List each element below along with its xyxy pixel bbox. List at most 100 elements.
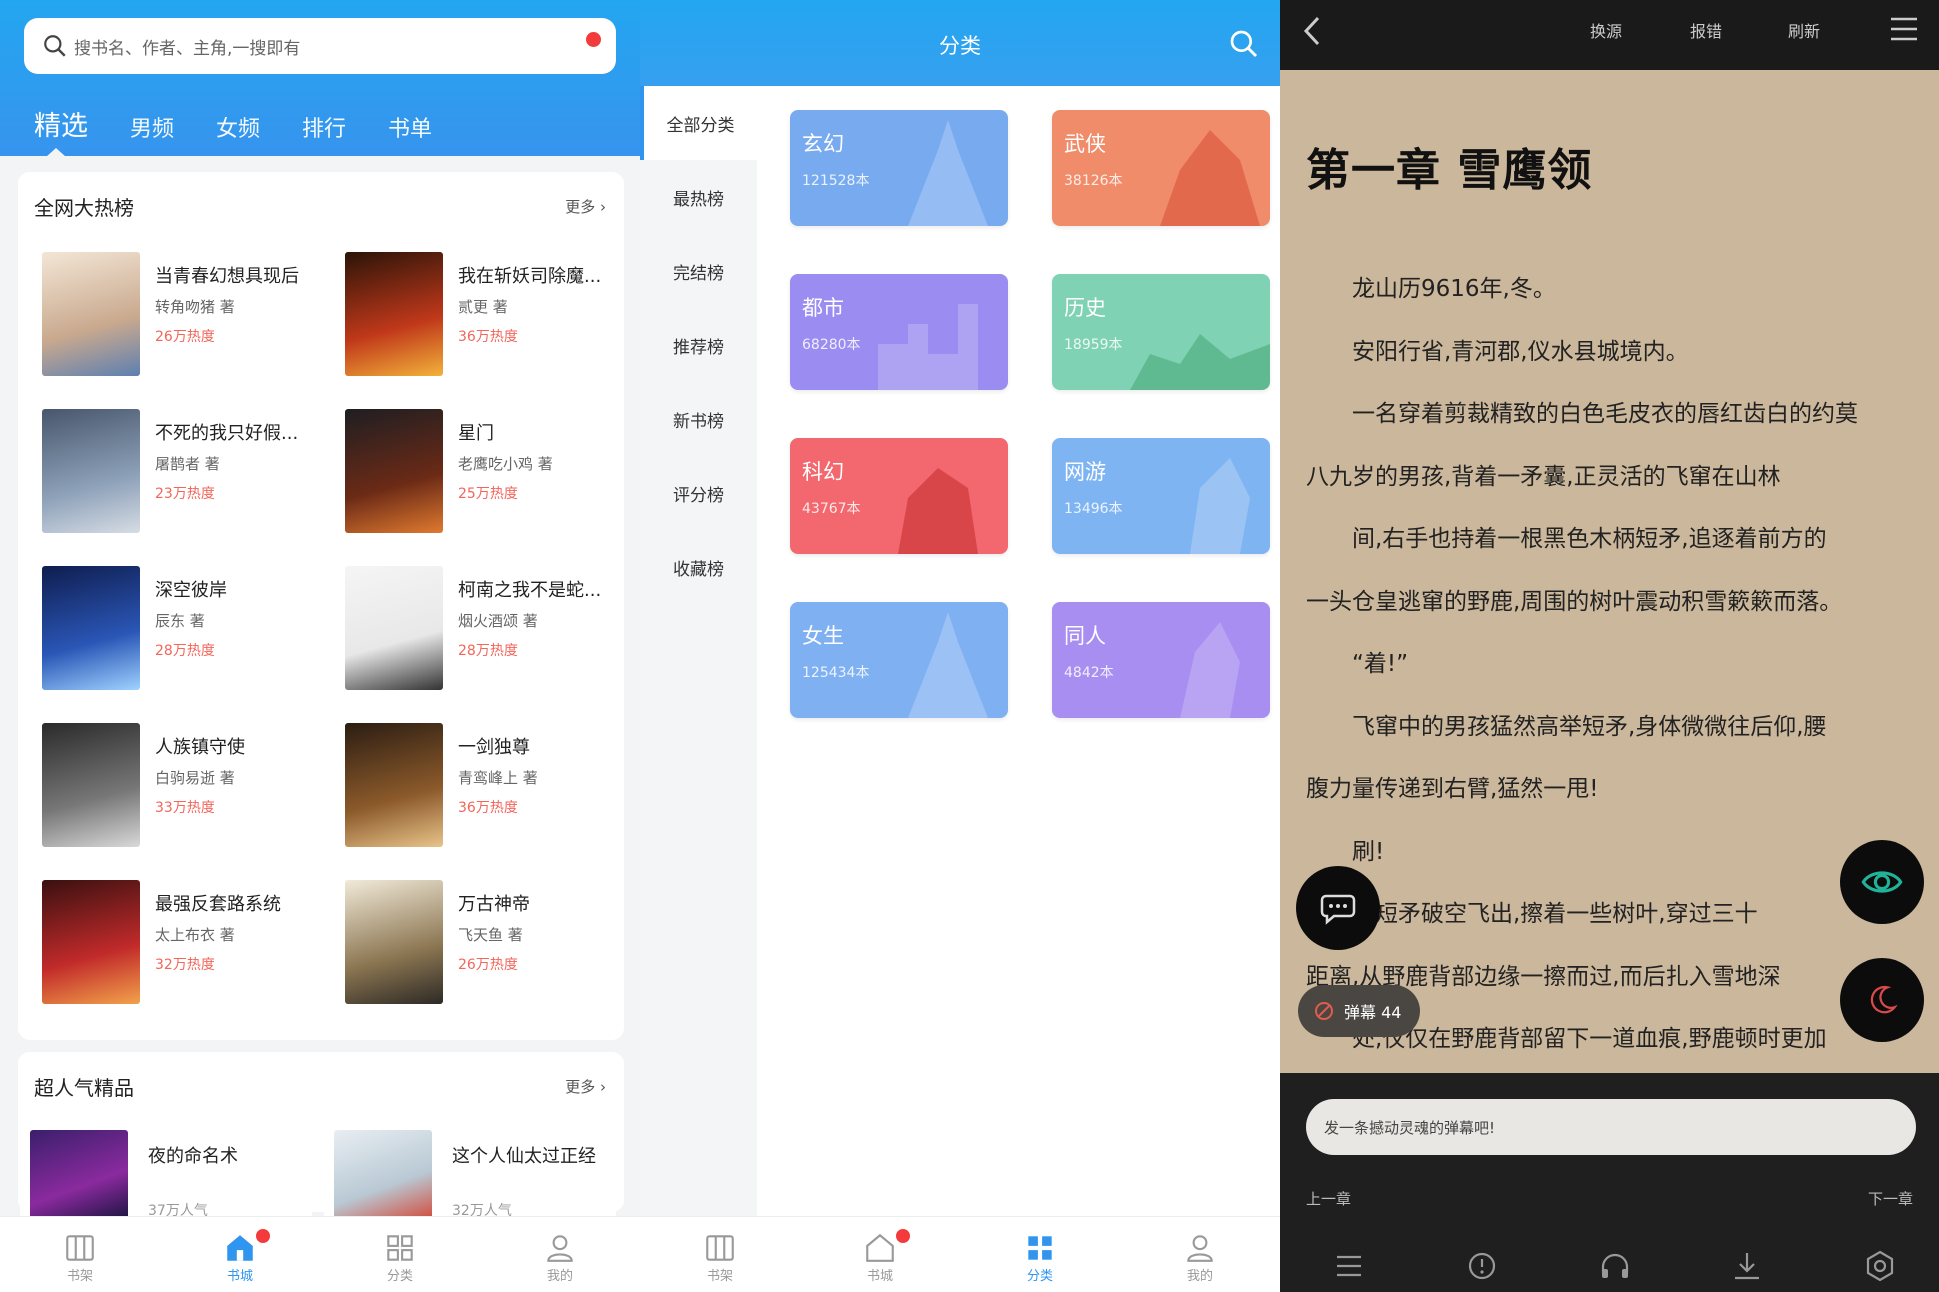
nav-bookshelf[interactable]: 书架 xyxy=(50,1225,110,1285)
next-chapter-button[interactable]: 下一章 xyxy=(1868,1188,1913,1209)
category-card[interactable]: 科幻 43767本 xyxy=(790,438,1008,554)
book-author: 辰东 著 xyxy=(155,612,205,630)
book-cover xyxy=(42,252,140,376)
category-name: 女生 xyxy=(802,624,844,648)
nav-profile[interactable]: 我的 xyxy=(530,1225,590,1285)
sidebar-item-rating[interactable]: 评分榜 xyxy=(640,456,757,530)
sidebar-item-new[interactable]: 新书榜 xyxy=(640,382,757,456)
book-author: 屠鹊者 著 xyxy=(155,455,220,473)
nav-bookstore[interactable]: 书城 xyxy=(850,1225,910,1285)
search-bar[interactable]: 搜书名、作者、主角,一搜即有 xyxy=(24,18,616,74)
nav-category[interactable]: 分类 xyxy=(1010,1225,1070,1285)
book-cover xyxy=(30,1130,128,1216)
sidebar-item-all[interactable]: 全部分类 xyxy=(640,86,757,160)
book-title: 这个人仙太过正经 xyxy=(452,1146,596,1167)
search-icon[interactable] xyxy=(1228,28,1260,60)
category-card[interactable]: 武侠 38126本 xyxy=(1052,110,1270,226)
bottom-nav: 书架 书城 分类 我的 xyxy=(0,1216,640,1292)
book-item[interactable]: 当青春幻想具现后 转角吻猪 著 26万热度 xyxy=(18,252,308,380)
book-item[interactable]: 深空彼岸 辰东 著 28万热度 xyxy=(18,566,308,694)
book-item[interactable]: 不死的我只好假... 屠鹊者 著 23万热度 xyxy=(18,409,308,537)
nav-label: 分类 xyxy=(386,1268,413,1284)
progress-icon[interactable] xyxy=(1465,1249,1499,1283)
tab-ranking[interactable]: 排行 xyxy=(302,111,346,143)
chevron-right-icon: › xyxy=(600,1078,606,1096)
sidebar-item-hottest[interactable]: 最热榜 xyxy=(640,160,757,234)
report-error-button[interactable]: 报错 xyxy=(1690,18,1722,42)
category-name: 武侠 xyxy=(1064,132,1106,156)
comment-button[interactable] xyxy=(1296,866,1380,950)
settings-gear-icon[interactable] xyxy=(1863,1249,1897,1283)
change-source-button[interactable]: 换源 xyxy=(1590,18,1622,42)
tab-male[interactable]: 男频 xyxy=(130,111,174,143)
category-card[interactable]: 同人 4842本 xyxy=(1052,602,1270,718)
nav-label: 书架 xyxy=(706,1268,733,1284)
category-card[interactable]: 历史 18959本 xyxy=(1052,274,1270,390)
download-icon[interactable] xyxy=(1730,1249,1764,1283)
sidebar-item-completed[interactable]: 完结榜 xyxy=(640,234,757,308)
menu-icon[interactable] xyxy=(1889,16,1919,42)
book-item[interactable]: 一剑独尊 青鸾峰上 著 36万热度 xyxy=(321,723,611,851)
book-cover xyxy=(345,723,443,847)
grid-icon xyxy=(1028,1235,1052,1260)
book-item[interactable]: 人族镇守使 白驹易逝 著 33万热度 xyxy=(18,723,308,851)
book-author: 转角吻猪 著 xyxy=(155,298,235,316)
tab-featured[interactable]: 精选 xyxy=(34,104,88,143)
category-count: 4842本 xyxy=(1064,665,1114,681)
book-item[interactable]: 我在斩妖司除魔... 贰更 著 36万热度 xyxy=(321,252,611,380)
book-author: 老鹰吃小鸡 著 xyxy=(458,455,553,473)
headphones-icon[interactable] xyxy=(1598,1249,1632,1283)
book-item[interactable]: 最强反套路系统 太上布衣 著 32万热度 xyxy=(18,880,308,1008)
category-illustration xyxy=(1190,458,1250,554)
more-link[interactable]: 更多 › xyxy=(565,1076,606,1097)
popular-book[interactable]: 夜的命名术 37万人气 xyxy=(20,1120,312,1216)
reader-toolbar: 换源 报错 刷新 xyxy=(1280,0,1939,70)
category-panel: 分类 全部分类 最热榜 完结榜 推荐榜 新书榜 评分榜 收藏榜 玄幻 121528… xyxy=(640,0,1280,1292)
book-cover xyxy=(345,252,443,376)
category-card[interactable]: 都市 68280本 xyxy=(790,274,1008,390)
tab-female[interactable]: 女频 xyxy=(216,111,260,143)
table-of-contents-icon[interactable] xyxy=(1332,1249,1366,1283)
category-illustration xyxy=(908,120,988,226)
nav-bookstore[interactable]: 书城 xyxy=(210,1225,270,1285)
eye-icon xyxy=(1861,871,1903,893)
nav-bookshelf[interactable]: 书架 xyxy=(690,1225,750,1285)
back-icon[interactable] xyxy=(1300,14,1324,48)
ranking-sidebar: 全部分类 最热榜 完结榜 推荐榜 新书榜 评分榜 收藏榜 xyxy=(640,86,757,1216)
text-line: 中短矛破空飞出,擦着一些树叶,穿过三十 xyxy=(1352,901,1758,927)
category-illustration xyxy=(1180,622,1240,718)
category-card[interactable]: 网游 13496本 xyxy=(1052,438,1270,554)
category-illustration xyxy=(878,304,978,390)
danmu-input[interactable]: 发一条撼动灵魂的弹幕吧! xyxy=(1306,1099,1916,1155)
reader-bottom-bar: 发一条撼动灵魂的弹幕吧! 上一章 下一章 xyxy=(1280,1073,1939,1292)
category-card[interactable]: 女生 125434本 xyxy=(790,602,1008,718)
sidebar-item-recommended[interactable]: 推荐榜 xyxy=(640,308,757,382)
category-count: 125434本 xyxy=(802,665,870,681)
nav-category[interactable]: 分类 xyxy=(370,1225,430,1285)
book-item[interactable]: 柯南之我不是蛇... 烟火酒颂 著 28万热度 xyxy=(321,566,611,694)
book-item[interactable]: 万古神帝 飞天鱼 著 26万热度 xyxy=(321,880,611,1008)
more-link[interactable]: 更多 › xyxy=(565,196,606,217)
category-name: 同人 xyxy=(1064,624,1106,648)
refresh-button[interactable]: 刷新 xyxy=(1788,18,1820,42)
nav-label: 我的 xyxy=(1186,1268,1213,1284)
category-count: 38126本 xyxy=(1064,173,1123,189)
category-name: 玄幻 xyxy=(802,132,844,156)
prev-chapter-button[interactable]: 上一章 xyxy=(1306,1188,1351,1209)
store-panel: 搜书名、作者、主角,一搜即有 精选 男频 女频 排行 书单 全网大热榜 更多 ›… xyxy=(0,0,640,1292)
book-heat: 26万热度 xyxy=(155,329,215,345)
nav-profile[interactable]: 我的 xyxy=(1170,1225,1230,1285)
book-title: 不死的我只好假... xyxy=(155,423,299,444)
sidebar-item-favorites[interactable]: 收藏榜 xyxy=(640,530,757,604)
popular-book[interactable]: 这个人仙太过正经 32万人气 xyxy=(324,1120,616,1216)
category-card[interactable]: 玄幻 121528本 xyxy=(790,110,1008,226)
book-item[interactable]: 星门 老鹰吃小鸡 著 25万热度 xyxy=(321,409,611,537)
night-mode-button[interactable] xyxy=(1840,958,1924,1042)
tab-booklist[interactable]: 书单 xyxy=(388,111,432,143)
danmu-toggle[interactable]: 弹幕 44 xyxy=(1298,985,1420,1037)
notification-dot xyxy=(256,1228,270,1243)
eye-toggle-button[interactable] xyxy=(1840,840,1924,924)
danmu-off-icon xyxy=(1315,1002,1333,1020)
section-title: 超人气精品 xyxy=(34,1076,134,1100)
danmu-input-placeholder: 发一条撼动灵魂的弹幕吧! xyxy=(1324,1118,1496,1137)
